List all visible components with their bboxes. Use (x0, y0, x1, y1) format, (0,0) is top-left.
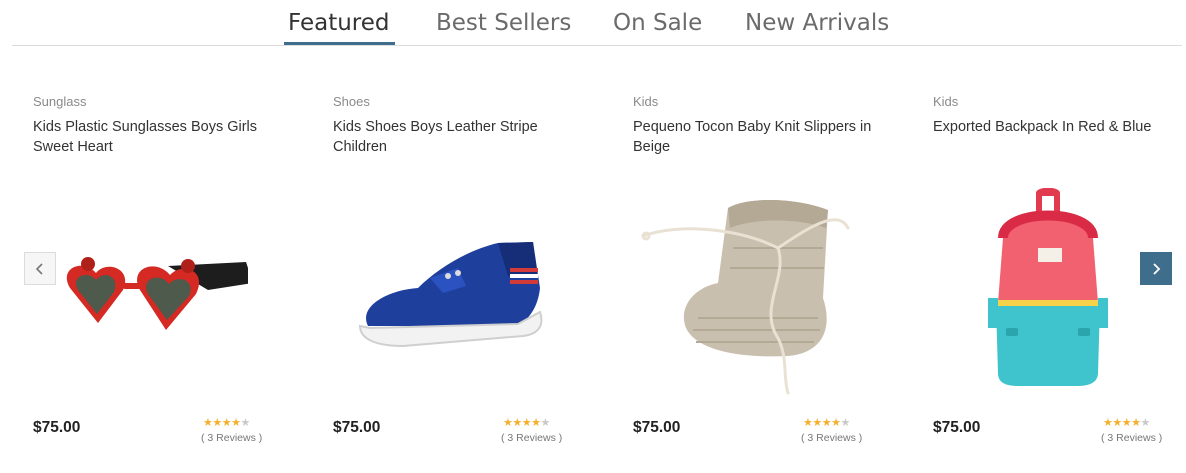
star-icon: ★ (221, 417, 232, 429)
review-count[interactable]: ( 3 Reviews ) (201, 432, 262, 444)
star-icon: ★ (503, 417, 513, 429)
star-icon: ★ (1131, 417, 1141, 429)
star-icon: ★ (831, 417, 841, 429)
product-title[interactable]: Kids Plastic Sunglasses Boys Girls Sweet… (33, 117, 273, 157)
carousel-next-button[interactable] (1140, 252, 1172, 285)
star-icon: ★ (231, 417, 241, 429)
chevron-left-icon (35, 262, 43, 275)
product-image[interactable] (33, 178, 263, 408)
star-empty-icon: ★ (540, 417, 551, 429)
star-icon: ★ (512, 417, 522, 429)
product-price: $75.00 (33, 419, 81, 436)
star-icon: ★ (821, 417, 832, 429)
tab-featured[interactable]: Featured (288, 10, 390, 36)
star-icon: ★ (1103, 417, 1113, 429)
tab-on-sale[interactable]: On Sale (613, 10, 702, 36)
product-image[interactable] (933, 178, 1163, 408)
star-icon: ★ (1121, 417, 1132, 429)
product-image[interactable] (633, 178, 863, 408)
product-price: $75.00 (633, 419, 681, 436)
product-price: $75.00 (333, 419, 381, 436)
active-tab-indicator (284, 42, 395, 45)
rating-stars: ★★★★★ (803, 416, 850, 429)
product-category[interactable]: Kids (633, 94, 658, 109)
star-empty-icon: ★ (240, 417, 251, 429)
product-card: Sunglass Kids Plastic Sunglasses Boys Gi… (33, 90, 293, 460)
heart-sunglasses-image (66, 257, 248, 330)
product-title[interactable]: Kids Shoes Boys Leather Stripe Children (333, 117, 573, 157)
review-count[interactable]: ( 3 Reviews ) (501, 432, 562, 444)
product-title[interactable]: Exported Backpack In Red & Blue (933, 117, 1173, 137)
star-empty-icon: ★ (840, 417, 851, 429)
product-tabs: Featured Best Sellers On Sale New Arriva… (12, 0, 1182, 46)
product-category[interactable]: Sunglass (33, 94, 86, 109)
rating-stars: ★★★★★ (1103, 416, 1150, 429)
product-card: Shoes Kids Shoes Boys Leather Stripe Chi… (333, 90, 593, 460)
product-image[interactable] (333, 178, 563, 408)
product-category[interactable]: Shoes (333, 94, 370, 109)
backpack-image (988, 188, 1108, 386)
star-icon: ★ (803, 417, 813, 429)
star-icon: ★ (212, 417, 222, 429)
carousel-prev-button[interactable] (24, 252, 56, 285)
star-icon: ★ (531, 417, 541, 429)
star-icon: ★ (1112, 417, 1122, 429)
product-category[interactable]: Kids (933, 94, 958, 109)
star-icon: ★ (812, 417, 822, 429)
knit-slipper-image (641, 199, 850, 395)
product-title[interactable]: Pequeno Tocon Baby Knit Slippers in Beig… (633, 117, 873, 157)
chevron-right-icon (1153, 262, 1161, 275)
tab-best-sellers[interactable]: Best Sellers (436, 10, 571, 36)
rating-stars: ★★★★★ (203, 416, 250, 429)
star-empty-icon: ★ (1140, 417, 1151, 429)
product-card: Kids Pequeno Tocon Baby Knit Slippers in… (633, 90, 893, 460)
blue-shoe-image (358, 242, 543, 348)
star-icon: ★ (521, 417, 532, 429)
star-icon: ★ (203, 417, 213, 429)
review-count[interactable]: ( 3 Reviews ) (801, 432, 862, 444)
product-price: $75.00 (933, 419, 981, 436)
rating-stars: ★★★★★ (503, 416, 550, 429)
tab-new-arrivals[interactable]: New Arrivals (745, 10, 889, 36)
review-count[interactable]: ( 3 Reviews ) (1101, 432, 1162, 444)
